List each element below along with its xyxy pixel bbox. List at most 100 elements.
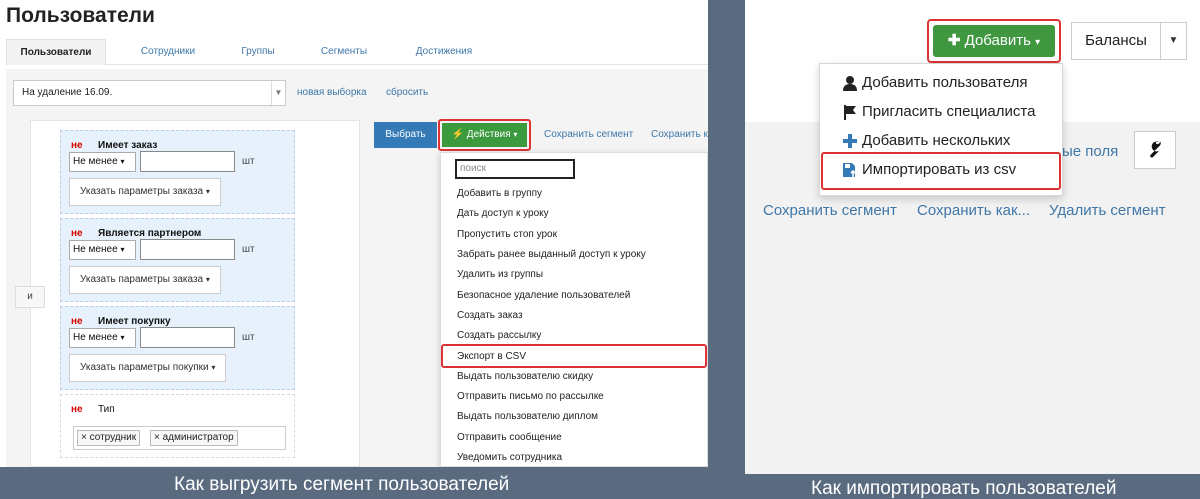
caret-icon: ▾	[1035, 37, 1041, 48]
menu-item-create-mailing[interactable]: Создать рассылку	[457, 330, 541, 341]
type-tags-input[interactable]: × сотрудник × администратор	[73, 426, 286, 450]
flag-icon	[844, 105, 856, 120]
tag-label: сотрудник	[89, 432, 137, 443]
compare-select[interactable]: Не менее ▾	[69, 328, 136, 348]
add-highlight: ✚ Добавить ▾	[927, 19, 1061, 63]
purchase-params-button[interactable]: Указать параметры покупки ▾	[69, 354, 227, 382]
order-params-button[interactable]: Указать параметры заказа ▾	[69, 266, 221, 294]
and-operator-label[interactable]: и	[15, 286, 45, 308]
export-csv-highlight	[441, 344, 707, 368]
actions-highlight: ⚡ Действия ▾	[438, 119, 531, 151]
quantity-input[interactable]	[140, 239, 235, 260]
caret-icon: ▾	[205, 275, 210, 284]
menu-item-send-message[interactable]: Отправить сообщение	[457, 432, 562, 443]
menu-item-remove-from-group[interactable]: Удалить из группы	[457, 269, 543, 280]
close-icon[interactable]: ×	[81, 432, 87, 443]
purchase-params-label: Указать параметры покупки	[80, 362, 209, 373]
reset-link[interactable]: сбросить	[386, 87, 428, 98]
tag-admin[interactable]: × администратор	[150, 430, 238, 446]
compare-select[interactable]: Не менее ▾	[69, 152, 136, 172]
delete-segment-link[interactable]: Удалить сегмент	[1049, 202, 1166, 219]
actions-button[interactable]: ⚡ Действия ▾	[442, 123, 527, 147]
not-toggle[interactable]: не	[71, 404, 83, 415]
new-selection-link[interactable]: новая выборка	[297, 87, 367, 98]
tag-label: администратор	[162, 432, 234, 443]
condition-title: Является партнером	[98, 228, 202, 239]
menu-item-revoke-lesson-access[interactable]: Забрать ранее выданный доступ к уроку	[457, 249, 646, 260]
unit-label: шт	[242, 244, 255, 255]
chevron-down-icon: ▼	[271, 81, 285, 105]
search-input[interactable]: поиск	[455, 159, 575, 179]
menu-item-label: Добавить нескольких	[862, 132, 1011, 149]
actions-dropdown: поиск Добавить в группу Дать доступ к ур…	[440, 152, 708, 467]
condition-is-partner: не Является партнером Не менее ▾ шт Указ…	[60, 218, 295, 302]
compare-select[interactable]: Не менее ▾	[69, 240, 136, 260]
settings-button[interactable]	[1134, 131, 1176, 169]
caret-icon: ▾	[513, 130, 518, 139]
chevron-down-icon: ▾	[120, 245, 125, 254]
menu-item-give-lesson-access[interactable]: Дать доступ к уроку	[457, 208, 549, 219]
not-toggle[interactable]: не	[71, 140, 83, 151]
user-icon	[843, 76, 857, 91]
compare-value: Не менее	[73, 244, 118, 255]
condition-has-purchase: не Имеет покупку Не менее ▾ шт Указать п…	[60, 306, 295, 390]
balances-button[interactable]: Балансы	[1071, 22, 1161, 60]
close-icon[interactable]: ×	[154, 432, 160, 443]
plus-icon	[843, 134, 857, 148]
save-as-link[interactable]: Сохранить к	[651, 129, 708, 140]
segment-select-value: На удаление 16.09.	[22, 87, 113, 98]
import-csv-highlight	[821, 152, 1061, 190]
chevron-down-icon: ▾	[120, 157, 125, 166]
menu-item-notify-employee[interactable]: Уведомить сотрудника	[457, 452, 562, 463]
save-segment-link[interactable]: Сохранить сегмент	[763, 202, 897, 219]
condition-type: не Тип × сотрудник × администратор	[60, 394, 295, 458]
tab-achievements[interactable]: Достижения	[404, 39, 484, 65]
custom-fields-link[interactable]: ые поля	[1062, 143, 1118, 160]
tab-employees[interactable]: Сотрудники	[126, 39, 210, 65]
right-caption: Как импортировать пользователей	[811, 478, 1117, 499]
tabs-bar: Пользователи Сотрудники Группы Сегменты …	[6, 39, 708, 65]
caret-icon: ▾	[205, 187, 210, 196]
balances-dropdown-toggle[interactable]: ▼	[1160, 22, 1187, 60]
bolt-icon: ⚡	[451, 129, 465, 140]
menu-item-safe-delete[interactable]: Безопасное удаление пользователей	[457, 290, 630, 301]
page-title: Пользователи	[6, 4, 155, 27]
save-segment-link[interactable]: Сохранить сегмент	[544, 129, 633, 140]
menu-item-add-to-group[interactable]: Добавить в группу	[457, 188, 542, 199]
segment-select[interactable]: На удаление 16.09. ▼	[13, 80, 286, 106]
tag-employee[interactable]: × сотрудник	[77, 430, 141, 446]
menu-item-create-order[interactable]: Создать заказ	[457, 310, 523, 321]
wrench-icon	[1150, 141, 1161, 158]
menu-item-give-diploma[interactable]: Выдать пользователю диплом	[457, 411, 598, 422]
menu-item-give-discount[interactable]: Выдать пользователю скидку	[457, 371, 593, 382]
order-params-label: Указать параметры заказа	[80, 274, 204, 285]
quantity-input[interactable]	[140, 327, 235, 348]
left-screenshot-panel: Пользователи Пользователи Сотрудники Гру…	[0, 0, 708, 467]
compare-value: Не менее	[73, 332, 118, 343]
not-toggle[interactable]: не	[71, 316, 83, 327]
menu-item-label: Пригласить специалиста	[862, 103, 1036, 120]
unit-label: шт	[242, 156, 255, 167]
save-as-link[interactable]: Сохранить как...	[917, 202, 1030, 219]
condition-has-order: не Имеет заказ Не менее ▾ шт Указать пар…	[60, 130, 295, 214]
caret-icon: ▾	[211, 363, 216, 372]
add-button[interactable]: ✚ Добавить ▾	[933, 25, 1055, 57]
condition-title: Тип	[98, 404, 115, 415]
unit-label: шт	[242, 332, 255, 343]
tab-segments[interactable]: Сегменты	[309, 39, 379, 65]
chevron-down-icon: ▾	[120, 333, 125, 342]
select-button[interactable]: Выбрать	[374, 122, 437, 148]
actions-label: Действия	[466, 129, 511, 140]
quantity-input[interactable]	[140, 151, 235, 172]
condition-title: Имеет покупку	[98, 316, 171, 327]
tab-groups[interactable]: Группы	[228, 39, 288, 65]
not-toggle[interactable]: не	[71, 228, 83, 239]
add-button-label: Добавить	[964, 32, 1031, 49]
condition-title: Имеет заказ	[98, 140, 158, 151]
caret-icon: ▼	[1168, 35, 1179, 46]
menu-item-skip-stop-lesson[interactable]: Пропустить стоп урок	[457, 229, 557, 240]
left-caption: Как выгрузить сегмент пользователей	[174, 474, 510, 495]
tab-users[interactable]: Пользователи	[6, 39, 106, 65]
menu-item-send-mailing-letter[interactable]: Отправить письмо по рассылке	[457, 391, 604, 402]
order-params-button[interactable]: Указать параметры заказа ▾	[69, 178, 221, 206]
